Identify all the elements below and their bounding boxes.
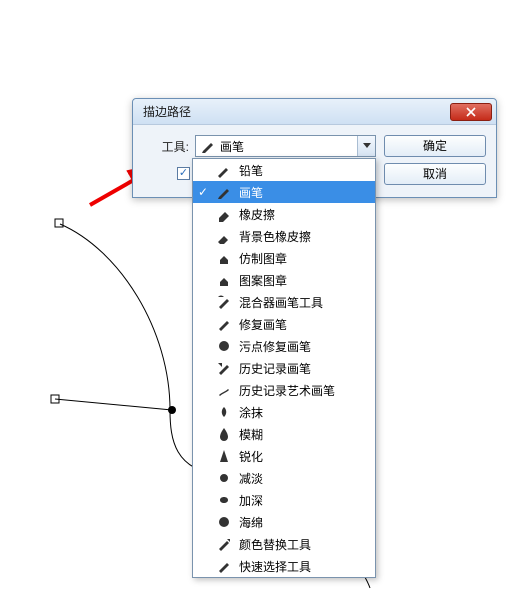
tool-option-label: 画笔 <box>239 184 371 201</box>
tool-option-label: 图案图章 <box>239 272 371 289</box>
spot-healing-brush-icon <box>215 337 233 355</box>
mixer-brush-icon <box>215 293 233 311</box>
sponge-icon <box>215 513 233 531</box>
tool-option-label: 橡皮擦 <box>239 206 371 223</box>
clone-stamp-icon <box>215 249 233 267</box>
tool-option-mixer-brush[interactable]: 混合器画笔工具 <box>193 291 375 313</box>
blur-icon <box>215 425 233 443</box>
tool-option-quick-selection[interactable]: 快速选择工具 <box>193 555 375 577</box>
simulate-pressure-checkbox[interactable]: ✓ <box>177 167 190 180</box>
close-icon <box>466 107 476 117</box>
tool-option-pattern-stamp[interactable]: 图案图章 <box>193 269 375 291</box>
healing-brush-icon <box>215 315 233 333</box>
pencil-icon <box>215 161 233 179</box>
tool-option-label: 减淡 <box>239 470 371 487</box>
tool-label: 工具: <box>143 138 189 155</box>
tool-option-eraser[interactable]: 橡皮擦 <box>193 203 375 225</box>
tool-option-burn[interactable]: 加深 <box>193 489 375 511</box>
ok-button[interactable]: 确定 <box>384 135 486 157</box>
tool-option-blur[interactable]: 模糊 <box>193 423 375 445</box>
tool-option-label: 修复画笔 <box>239 316 371 333</box>
tool-option-sharpen[interactable]: 锐化 <box>193 445 375 467</box>
tool-option-sponge[interactable]: 海绵 <box>193 511 375 533</box>
pattern-stamp-icon <box>215 271 233 289</box>
dodge-icon <box>215 469 233 487</box>
tool-option-label: 海绵 <box>239 514 371 531</box>
brush-icon <box>200 138 216 154</box>
tool-option-label: 背景色橡皮擦 <box>239 228 371 245</box>
tool-combobox[interactable]: 画笔 <box>195 135 376 157</box>
cancel-button[interactable]: 取消 <box>384 163 486 185</box>
history-brush-icon <box>215 359 233 377</box>
tool-option-spot-healing-brush[interactable]: 污点修复画笔 <box>193 335 375 357</box>
tool-option-clone-stamp[interactable]: 仿制图章 <box>193 247 375 269</box>
chevron-down-icon <box>357 136 375 156</box>
tool-option-label: 铅笔 <box>239 162 371 179</box>
tool-option-label: 混合器画笔工具 <box>239 294 371 311</box>
tool-option-dodge[interactable]: 减淡 <box>193 467 375 489</box>
sharpen-icon <box>215 447 233 465</box>
tool-option-label: 仿制图章 <box>239 250 371 267</box>
combobox-value: 画笔 <box>220 138 244 155</box>
tool-option-label: 涂抹 <box>239 404 371 421</box>
tool-option-background-eraser[interactable]: 背景色橡皮擦 <box>193 225 375 247</box>
tool-option-label: 锐化 <box>239 448 371 465</box>
tool-option-label: 历史记录画笔 <box>239 360 371 377</box>
dialog-title: 描边路径 <box>143 103 191 120</box>
smudge-icon <box>215 403 233 421</box>
dialog-titlebar[interactable]: 描边路径 <box>133 99 496 125</box>
tool-option-art-history-brush[interactable]: 历史记录艺术画笔 <box>193 379 375 401</box>
tool-option-smudge[interactable]: 涂抹 <box>193 401 375 423</box>
tool-option-color-replacement[interactable]: 颜色替换工具 <box>193 533 375 555</box>
color-replacement-icon <box>215 535 233 553</box>
tool-option-history-brush[interactable]: 历史记录画笔 <box>193 357 375 379</box>
close-button[interactable] <box>450 103 492 121</box>
eraser-icon <box>215 205 233 223</box>
tool-option-label: 快速选择工具 <box>239 558 371 575</box>
tool-option-label: 颜色替换工具 <box>239 536 371 553</box>
tool-option-pencil[interactable]: 铅笔 <box>193 159 375 181</box>
tool-option-label: 加深 <box>239 492 371 509</box>
background-eraser-icon <box>215 227 233 245</box>
quick-selection-icon <box>215 557 233 575</box>
burn-icon <box>215 491 233 509</box>
tool-option-label: 污点修复画笔 <box>239 338 371 355</box>
tool-option-healing-brush[interactable]: 修复画笔 <box>193 313 375 335</box>
tool-option-brush[interactable]: ✓ 画笔 <box>193 181 375 203</box>
tool-dropdown-list[interactable]: 铅笔 ✓ 画笔橡皮擦背景色橡皮擦仿制图章图案图章混合器画笔工具修复画笔污点修复画笔历… <box>192 158 376 578</box>
checkmark-icon: ✓ <box>197 185 209 199</box>
brush-icon <box>215 183 233 201</box>
art-history-brush-icon <box>215 381 233 399</box>
tool-option-label: 模糊 <box>239 426 371 443</box>
tool-option-label: 历史记录艺术画笔 <box>239 382 371 399</box>
